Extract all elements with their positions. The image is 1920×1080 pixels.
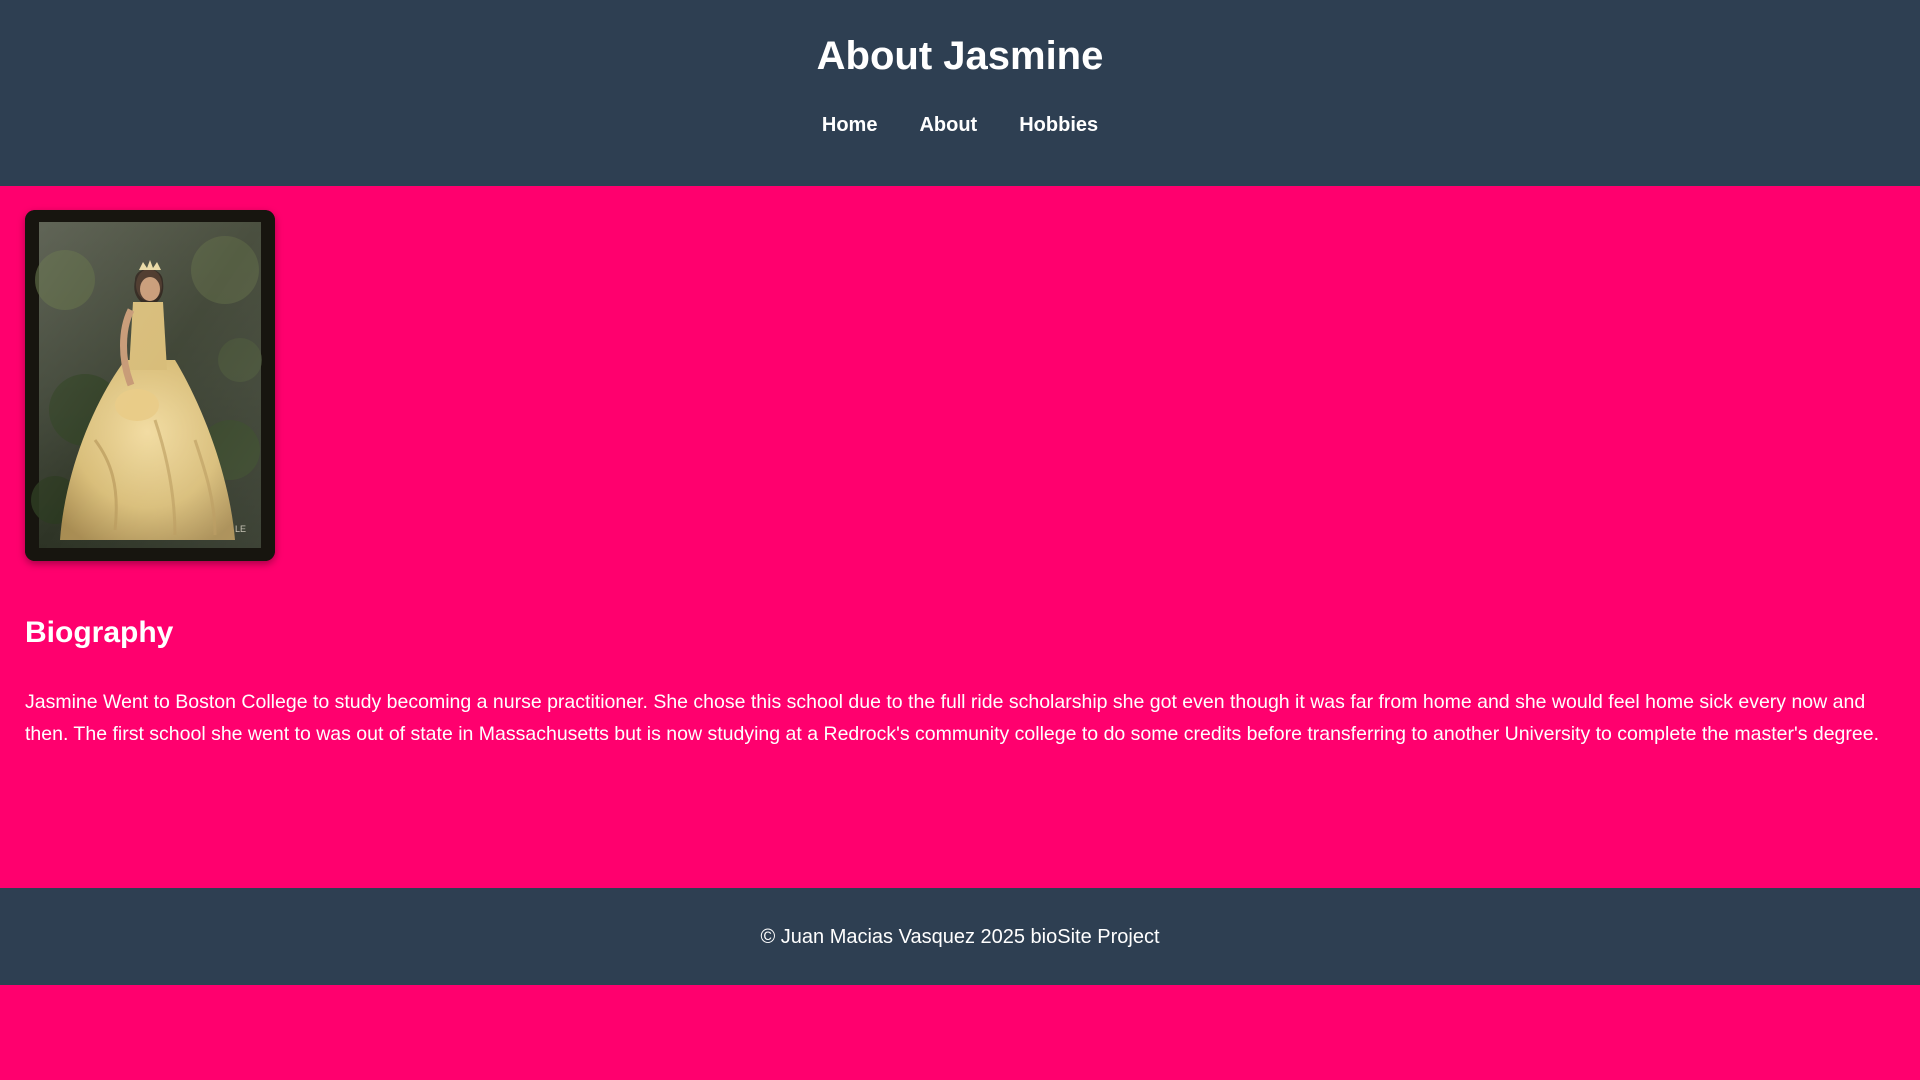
nav-link-about[interactable]: About [898, 112, 998, 138]
footer-copyright: © Juan Macias Vasquez 2025 bioSite Proje… [760, 926, 1160, 948]
site-footer: © Juan Macias Vasquez 2025 bioSite Proje… [0, 888, 1920, 985]
nav-link-home[interactable]: Home [801, 112, 899, 138]
nav-link-hobbies[interactable]: Hobbies [998, 112, 1119, 138]
site-header: About Jasmine Home About Hobbies [0, 0, 1920, 186]
biography-text: Jasmine Went to Boston College to study … [25, 691, 1879, 745]
portrait-illustration: LE [25, 210, 275, 561]
portrait-photo: LE [25, 210, 275, 561]
biography-heading: Biography [25, 616, 174, 649]
page-title: About Jasmine [816, 34, 1104, 78]
main-nav: Home About Hobbies [0, 112, 1920, 138]
